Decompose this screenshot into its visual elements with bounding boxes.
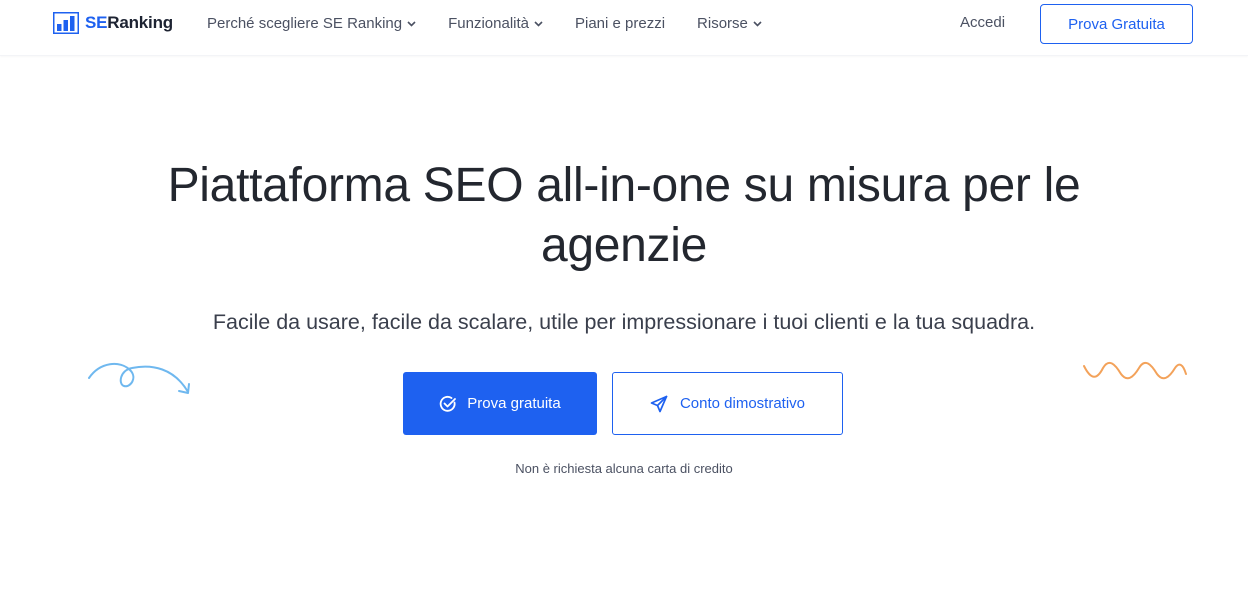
chevron-down-icon bbox=[753, 20, 762, 27]
logo-se: SE bbox=[85, 13, 108, 32]
curly-arrow-decoration-icon bbox=[88, 362, 190, 394]
logo-text: SERanking bbox=[85, 13, 173, 33]
nav-label: Piani e prezzi bbox=[575, 14, 666, 32]
demo-account-button[interactable]: Conto dimostrativo bbox=[612, 372, 843, 435]
nav-label: Perché scegliere SE Ranking bbox=[207, 14, 403, 32]
bar-chart-logo-icon bbox=[53, 12, 79, 34]
wave-decoration-icon bbox=[1083, 361, 1187, 380]
free-trial-button-label: Prova gratuita bbox=[467, 395, 561, 412]
nav-features[interactable]: Funzionalità bbox=[448, 15, 543, 32]
paper-plane-icon bbox=[650, 395, 668, 412]
free-trial-button[interactable]: Prova gratuita bbox=[403, 372, 597, 435]
page: SERanking Perché scegliere SE Ranking Fu… bbox=[0, 0, 1248, 600]
hero-subtitle: Facile da usare, facile da scalare, util… bbox=[212, 310, 1036, 334]
main-nav: Perché scegliere SE Ranking Funzionalità… bbox=[207, 0, 794, 46]
se-ranking-logo[interactable]: SERanking bbox=[53, 11, 173, 35]
chevron-down-icon bbox=[407, 20, 416, 27]
free-trial-header-button[interactable]: Prova Gratuita bbox=[1040, 4, 1193, 44]
check-circle-icon bbox=[440, 395, 457, 412]
nav-why-se-ranking[interactable]: Perché scegliere SE Ranking bbox=[207, 15, 416, 32]
demo-account-button-label: Conto dimostrativo bbox=[679, 395, 806, 412]
nav-pricing[interactable]: Piani e prezzi bbox=[575, 15, 665, 32]
nav-label: Funzionalità bbox=[448, 14, 529, 32]
no-credit-card-note: Non è richiesta alcuna carta di credito bbox=[515, 461, 733, 476]
site-header: SERanking Perché scegliere SE Ranking Fu… bbox=[0, 0, 1248, 56]
logo-ranking: Ranking bbox=[107, 13, 173, 32]
hero-title: Piattaforma SEO all-in-one su misura per… bbox=[167, 159, 1081, 272]
login-link[interactable]: Accedi bbox=[960, 14, 1005, 31]
nav-resources[interactable]: Risorse bbox=[697, 15, 762, 32]
chevron-down-icon bbox=[534, 20, 543, 27]
nav-label: Risorse bbox=[697, 14, 748, 32]
